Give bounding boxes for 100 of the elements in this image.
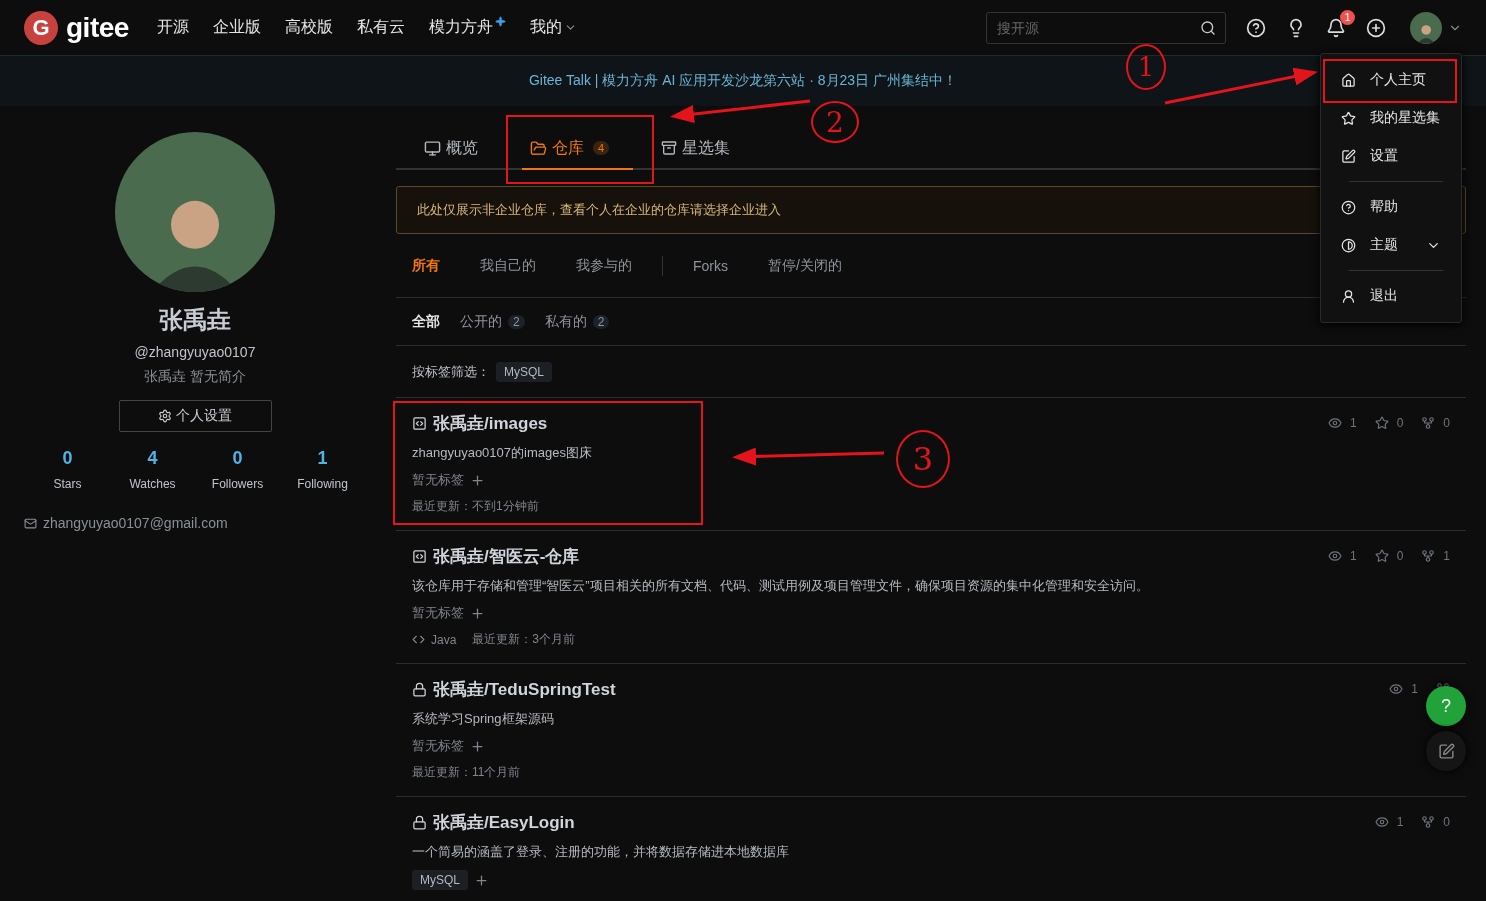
repo-description: 系统学习Spring框架源码 (412, 710, 554, 728)
stat-count: 0 (1443, 815, 1450, 829)
stat-count[interactable]: 4 (147, 448, 158, 469)
code-icon (412, 633, 425, 646)
stat-count[interactable]: 0 (232, 448, 243, 469)
filter-label: 按标签筛选： (412, 362, 490, 381)
stat-count: 1 (1396, 815, 1404, 829)
settings-button[interactable]: 个人设置 (118, 400, 272, 432)
updated-time: 最近更新：11个月前 (412, 764, 521, 781)
updated-time: 最近更新：不到1分钟前 (412, 498, 539, 515)
updated-time: 最近更新：3个月前 (472, 631, 576, 648)
menu-item[interactable]: 设置 (1321, 137, 1461, 175)
visibility-tab[interactable]: 公开的 2 (460, 312, 525, 331)
stat-count[interactable]: 1 (317, 448, 328, 469)
visibility-tab[interactable]: 全部 (412, 312, 440, 331)
username: @zhangyuyao0107 (134, 344, 256, 360)
nav-link[interactable]: 企业版 (212, 17, 261, 38)
star-icon (1374, 549, 1389, 563)
nav-link[interactable]: 我的 (529, 17, 577, 38)
profile-tab[interactable]: 概览 (416, 128, 502, 170)
add-tag-icon[interactable] (470, 605, 485, 621)
repo-description: 该仓库用于存储和管理“智医云”项目相关的所有文档、代码、测试用例及项目管理文件，确保项目资源的集中化管理和安全访问。 (412, 577, 1149, 595)
edit-icon (1437, 742, 1455, 760)
stat-label[interactable]: Stars (53, 477, 82, 491)
profile-name: 张禹垚 (159, 305, 231, 335)
add-tag-icon[interactable] (470, 738, 485, 754)
star-icon (1341, 110, 1356, 126)
nav-link[interactable]: 开源 (156, 17, 189, 38)
repo-description: zhangyuyao0107的images图床 (412, 444, 592, 462)
eye-icon (1327, 549, 1342, 563)
add-tag-icon[interactable] (474, 872, 489, 888)
tag-chip[interactable]: MySQL (412, 870, 468, 890)
stat-label[interactable]: Following (297, 477, 348, 491)
menu-item[interactable]: 我的星选集 (1321, 99, 1461, 137)
stat-count: 0 (1443, 416, 1450, 430)
circled-number: 3 (896, 430, 950, 488)
filter-tab[interactable]: 所有 (412, 256, 440, 275)
stat-count[interactable]: 0 (62, 448, 73, 469)
repo-title[interactable]: 张禹垚/TeduSpringTest (412, 678, 1390, 701)
search-icon[interactable] (1200, 19, 1216, 36)
nav-link[interactable]: 私有云 (356, 17, 405, 38)
sparkle-icon (494, 16, 506, 27)
stat-count: 1 (1349, 416, 1357, 430)
no-tags-label: 暂无标签 (412, 737, 464, 755)
stat-count: 0 (1396, 549, 1404, 563)
gear-icon (158, 409, 172, 423)
eye-icon (1327, 416, 1342, 430)
announcement-link[interactable]: Gitee Talk | 模力方舟 AI 应用开发沙龙第六站 · 8月23日 广州集结中！ (528, 72, 958, 90)
lock-icon (412, 682, 427, 697)
no-tags-label: 暂无标签 (412, 471, 464, 489)
home-icon (1341, 72, 1356, 88)
notification-badge: 1 (1340, 9, 1355, 25)
menu-item[interactable]: 帮助 (1321, 188, 1461, 226)
profile-bio: 张禹垚 暂无简介 (144, 368, 246, 386)
tag-chip[interactable]: MySQL (496, 361, 552, 382)
eye-icon (1389, 682, 1404, 696)
fork-icon (1421, 549, 1436, 563)
star-icon (1374, 416, 1389, 430)
stat-count: 0 (1396, 416, 1404, 430)
user-avatar[interactable] (1410, 11, 1442, 44)
repo-title[interactable]: 张禹垚/EasyLogin (412, 811, 1375, 834)
filter-tab[interactable]: Forks (693, 257, 728, 274)
email-address: zhangyuyao0107@gmail.com (43, 515, 228, 531)
profile-tab[interactable]: 星选集 (653, 128, 755, 170)
feedback-button[interactable] (1426, 731, 1466, 771)
menu-item[interactable]: 退出 (1321, 277, 1461, 315)
add-tag-icon[interactable] (470, 472, 485, 488)
stat-label[interactable]: Followers (211, 477, 264, 491)
fork-icon (1421, 416, 1436, 430)
code-icon (412, 416, 427, 431)
menu-item[interactable]: 个人主页 (1321, 61, 1461, 99)
visibility-tab[interactable]: 私有的 2 (544, 312, 610, 331)
logo-mark[interactable]: G (24, 10, 58, 45)
profile-tab[interactable]: 仓库 4 (522, 128, 634, 170)
notification-button[interactable] (1326, 17, 1346, 38)
eye-icon (1374, 815, 1389, 829)
filter-tab[interactable]: 暂停/关闭的 (768, 256, 842, 275)
filter-tab[interactable]: 我自己的 (480, 256, 536, 275)
box-icon (661, 140, 678, 156)
filter-tab[interactable]: 我参与的 (576, 256, 632, 275)
repo-title[interactable]: 张禹垚/智医云-仓库 (412, 545, 1328, 568)
code-icon (412, 549, 427, 564)
help-icon (1341, 199, 1356, 215)
fork-icon (1421, 815, 1436, 829)
search-field[interactable]: 搜开源 (986, 11, 1226, 44)
stat-count: 1 (1349, 549, 1357, 563)
brand-name[interactable]: gitee (66, 11, 129, 44)
stat-count: 1 (1443, 549, 1450, 563)
nav-link[interactable]: 高校版 (284, 17, 333, 38)
mail-icon (24, 516, 37, 530)
lock-icon (412, 815, 427, 830)
contrast-icon (1341, 237, 1356, 253)
help-button[interactable] (1246, 17, 1266, 38)
nav-link[interactable]: 模力方舟 (428, 17, 506, 38)
edit-icon (1341, 148, 1356, 164)
folder-icon (530, 139, 547, 157)
stat-label[interactable]: Watches (129, 477, 176, 491)
circled-number: 1 (1126, 44, 1166, 90)
create-button[interactable] (1366, 17, 1386, 38)
circled-number: 2 (811, 101, 859, 143)
